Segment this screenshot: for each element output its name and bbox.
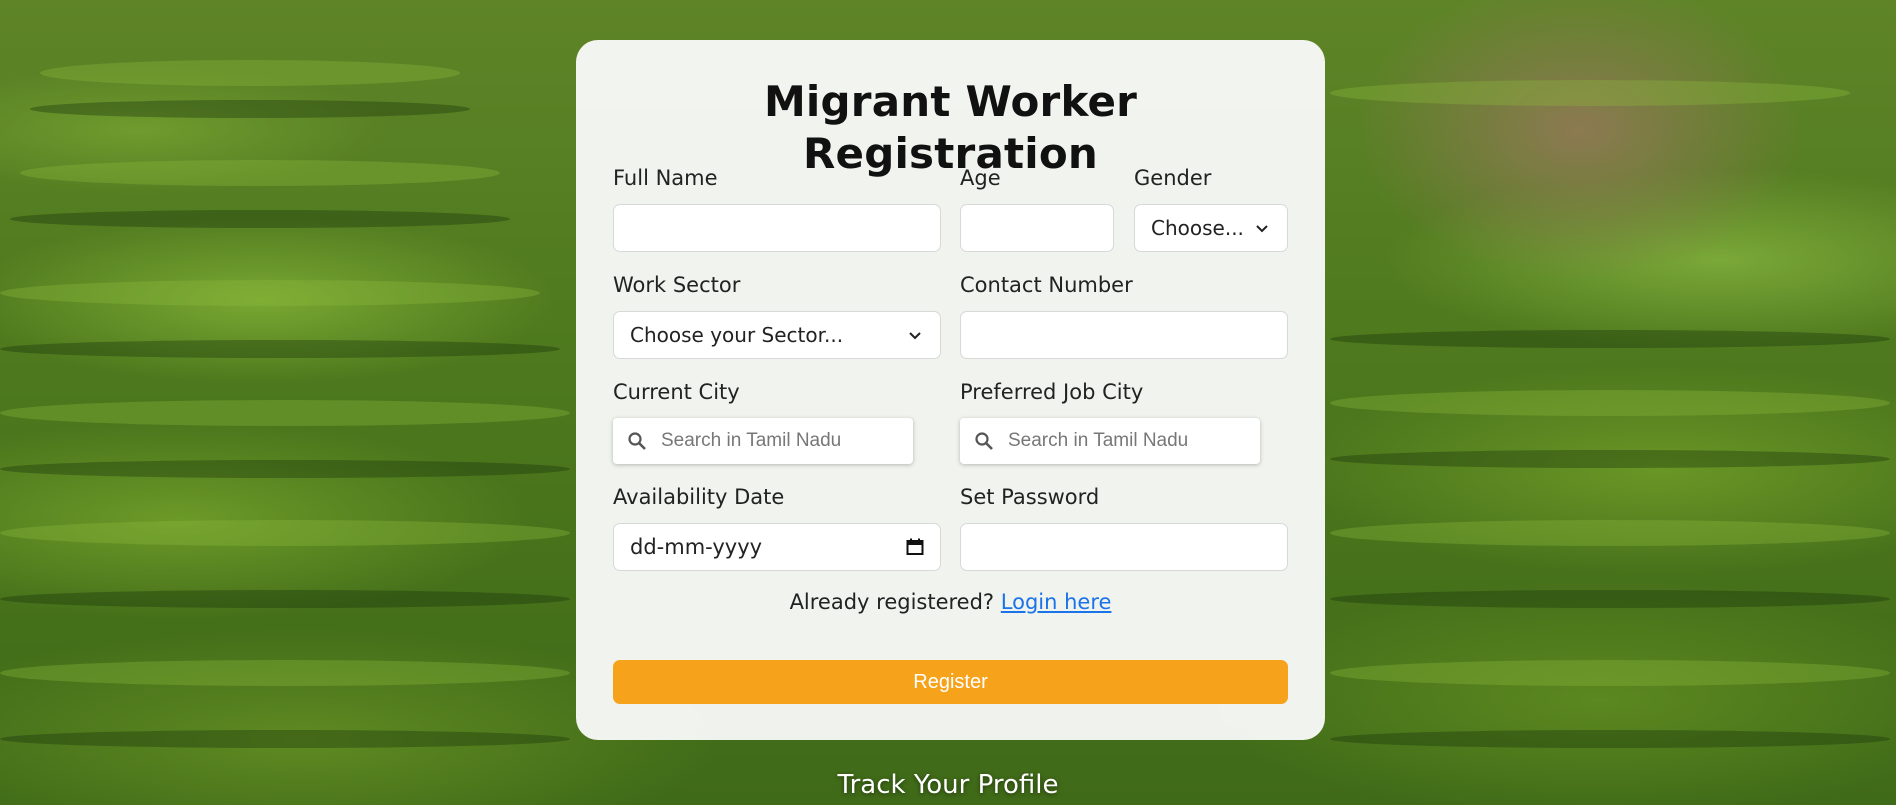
preferred-city-label: Preferred Job City — [960, 380, 1144, 404]
age-group: Age — [960, 164, 1114, 252]
current-city-search[interactable]: Search in Tamil Nadu — [613, 418, 913, 464]
chevron-down-icon — [1256, 225, 1268, 233]
age-field[interactable] — [960, 204, 1114, 252]
login-prompt-text: Already registered? — [789, 590, 995, 614]
full-name-label: Full Name — [613, 166, 718, 190]
track-profile-link[interactable]: Track Your Profile — [0, 770, 1896, 800]
age-label: Age — [960, 166, 1001, 190]
current-city-label: Current City — [613, 380, 740, 404]
gender-label: Gender — [1134, 166, 1212, 190]
preferred-city-group: Preferred Job City Search in Tamil Nadu — [960, 378, 1260, 464]
preferred-city-placeholder: Search in Tamil Nadu — [1008, 430, 1189, 451]
login-link[interactable]: Login here — [1001, 590, 1112, 614]
contact-number-group: Contact Number — [960, 271, 1288, 359]
password-label: Set Password — [960, 485, 1100, 509]
gender-selected: Choose... — [1151, 216, 1244, 240]
search-icon — [975, 432, 993, 450]
work-sector-selected: Choose your Sector... — [630, 323, 844, 347]
password-field[interactable] — [960, 523, 1288, 571]
current-city-group: Current City Search in Tamil Nadu — [613, 378, 913, 464]
chevron-down-icon — [909, 332, 921, 340]
calendar-icon[interactable] — [906, 538, 924, 556]
contact-number-field[interactable] — [960, 311, 1288, 359]
gender-group: Gender Choose... — [1134, 164, 1288, 252]
availability-date-field[interactable]: dd-mm-yyyy — [613, 523, 941, 571]
full-name-field[interactable] — [613, 204, 941, 252]
availability-date-label: Availability Date — [613, 485, 785, 509]
search-icon — [628, 432, 646, 450]
page-title: Migrant Worker Registration — [763, 77, 1138, 178]
work-sector-group: Work Sector Choose your Sector... — [613, 271, 941, 359]
gender-select[interactable]: Choose... — [1134, 204, 1288, 252]
work-sector-label: Work Sector — [613, 273, 741, 297]
work-sector-select[interactable]: Choose your Sector... — [613, 311, 941, 359]
login-prompt: Already registered? Login here — [576, 590, 1325, 614]
preferred-city-search[interactable]: Search in Tamil Nadu — [960, 418, 1260, 464]
contact-number-label: Contact Number — [960, 273, 1133, 297]
current-city-placeholder: Search in Tamil Nadu — [661, 430, 842, 451]
availability-date-placeholder: dd-mm-yyyy — [630, 535, 763, 559]
password-group: Set Password — [960, 483, 1288, 571]
full-name-group: Full Name — [613, 164, 941, 252]
registration-card: Migrant Worker Registration Full Name Ag… — [576, 40, 1325, 740]
register-button[interactable]: Register — [613, 660, 1288, 704]
availability-date-group: Availability Date dd-mm-yyyy — [613, 483, 941, 571]
